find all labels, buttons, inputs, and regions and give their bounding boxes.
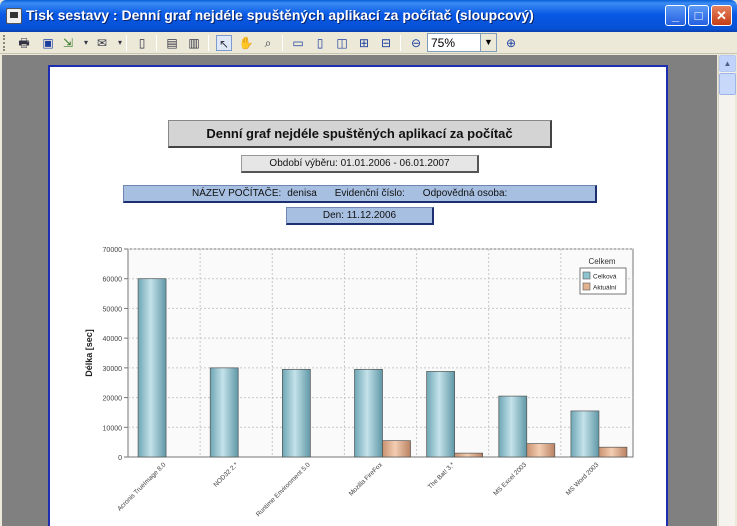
maximize-button[interactable]: □	[688, 5, 709, 26]
export-dropdown-icon[interactable]: ▾	[78, 35, 94, 51]
zoom-out-button[interactable]: ⊖	[408, 35, 424, 51]
bar-celkova	[209, 367, 239, 458]
report-title: Denní graf nejdéle spuštěných aplikací z…	[168, 120, 552, 148]
minimize-button[interactable]: _	[665, 5, 686, 26]
save-icon[interactable]: ▣	[40, 35, 56, 51]
legend-swatch	[582, 271, 591, 280]
bar-celkova	[498, 395, 528, 458]
bar-aktualni	[454, 452, 483, 458]
x-tick-label: MS Excel 2003	[492, 461, 528, 497]
zoom-select[interactable]: 75% ▼	[427, 33, 497, 52]
x-tick-label: The Bat! 3.*	[427, 461, 457, 491]
printer-app-icon	[6, 8, 22, 24]
bar-celkova	[426, 371, 455, 458]
chevron-down-icon[interactable]: ▼	[480, 34, 496, 51]
computer-label: NÁZEV POČÍTAČE:	[192, 188, 282, 199]
bar-aktualni	[382, 440, 411, 458]
preview-viewport[interactable]: Denní graf nejdéle spuštěných aplikací z…	[2, 55, 717, 526]
bar-celkova	[354, 368, 383, 458]
vertical-scrollbar[interactable]: ▲	[718, 55, 736, 526]
toolbar-separator	[126, 35, 127, 51]
close-button[interactable]: ✕	[711, 5, 732, 26]
y-tick-label: 40000	[103, 336, 123, 343]
computer-value: denisa	[287, 188, 317, 199]
hand-icon[interactable]: ✋	[238, 35, 254, 51]
x-tick-label: NOD32 2.*	[212, 461, 240, 489]
x-tick-label: Runtime Environment 5.0	[255, 461, 312, 518]
bar-chart: 0 10000 20000 30000 40000 50000 60000 70000 Acro…	[84, 247, 634, 518]
export-icon[interactable]: ⇲	[60, 35, 76, 51]
x-tick-label: MS Word 2003	[565, 461, 601, 497]
person-label: Odpovědná osoba:	[422, 188, 508, 199]
y-axis-label: Délka [sec]	[84, 329, 94, 377]
toolbar-separator	[400, 35, 401, 51]
toolbar-grip[interactable]	[3, 35, 6, 51]
page-setup-icon[interactable]: ▯	[134, 35, 150, 51]
toolbar-separator	[282, 35, 283, 51]
y-tick-label: 20000	[103, 396, 123, 403]
zoom-value: 75%	[431, 36, 456, 50]
y-tick-label: 50000	[103, 306, 123, 313]
bar-aktualni	[526, 443, 556, 458]
report-print-window: Tisk sestavy : Denní graf nejdéle spuště…	[0, 0, 737, 526]
legend-label: Aktuální	[593, 285, 617, 292]
zoom-in-button[interactable]: ⊕	[503, 35, 519, 51]
print-icon[interactable]: 🖶	[16, 35, 32, 51]
toolbar-separator	[156, 35, 157, 51]
y-tick-label: 10000	[103, 425, 123, 432]
send-icon[interactable]: ✉	[94, 35, 110, 51]
toolbar: 🖶 ▣ ⇲ ▾ ✉ ▾ ▯ ▤ ▥ ↖ ✋ ⌕ ▭ ▯ ◫ ⊞ ⊟ ⊖ ⊕	[0, 32, 737, 54]
y-tick-label: 0	[118, 455, 122, 462]
y-tick-label: 30000	[103, 366, 123, 373]
report-day: Den: 11.12.2006	[286, 207, 434, 225]
evidence-label: Evidenční číslo:	[334, 188, 405, 199]
toolbar-separator	[208, 35, 209, 51]
select-icon[interactable]: ↖	[216, 35, 232, 51]
report-period: Období výběru: 01.01.2006 - 06.01.2007	[241, 155, 479, 173]
outline-icon[interactable]: ▥	[186, 35, 202, 51]
window-title: Tisk sestavy : Denní graf nejdéle spuště…	[26, 7, 534, 23]
title-bar[interactable]: Tisk sestavy : Denní graf nejdéle spuště…	[0, 0, 737, 32]
scroll-up-icon[interactable]: ▲	[719, 55, 736, 72]
report-computer-info: NÁZEV POČÍTAČE: denisa Evidenční číslo: Odp…	[123, 185, 597, 203]
bar-celkova	[282, 368, 311, 458]
legend-title: Celkem	[588, 257, 615, 266]
continuous-icon[interactable]: ▯	[312, 35, 328, 51]
bar-aktualni	[598, 446, 628, 458]
find-icon[interactable]: ⌕	[260, 35, 276, 51]
bar-celkova	[137, 278, 167, 458]
x-tick-label: Acronis TrueImage 8.0	[116, 461, 167, 512]
fit-icon[interactable]: ⊟	[378, 35, 394, 51]
single-page-icon[interactable]: ▭	[290, 35, 306, 51]
report-page: Denní graf nejdéle spuštěných aplikací z…	[48, 65, 668, 526]
y-tick-label: 60000	[103, 277, 123, 284]
legend-swatch	[582, 282, 591, 291]
scroll-thumb[interactable]	[719, 73, 736, 95]
legend-label: Celková	[593, 274, 617, 281]
multi-page-icon[interactable]: ⊞	[356, 35, 372, 51]
y-tick-label: 70000	[103, 247, 123, 254]
bar-celkova	[570, 410, 600, 458]
facing-icon[interactable]: ◫	[334, 35, 350, 51]
x-tick-label: Mozilla FireFox	[348, 461, 385, 498]
thumbnails-icon[interactable]: ▤	[164, 35, 180, 51]
